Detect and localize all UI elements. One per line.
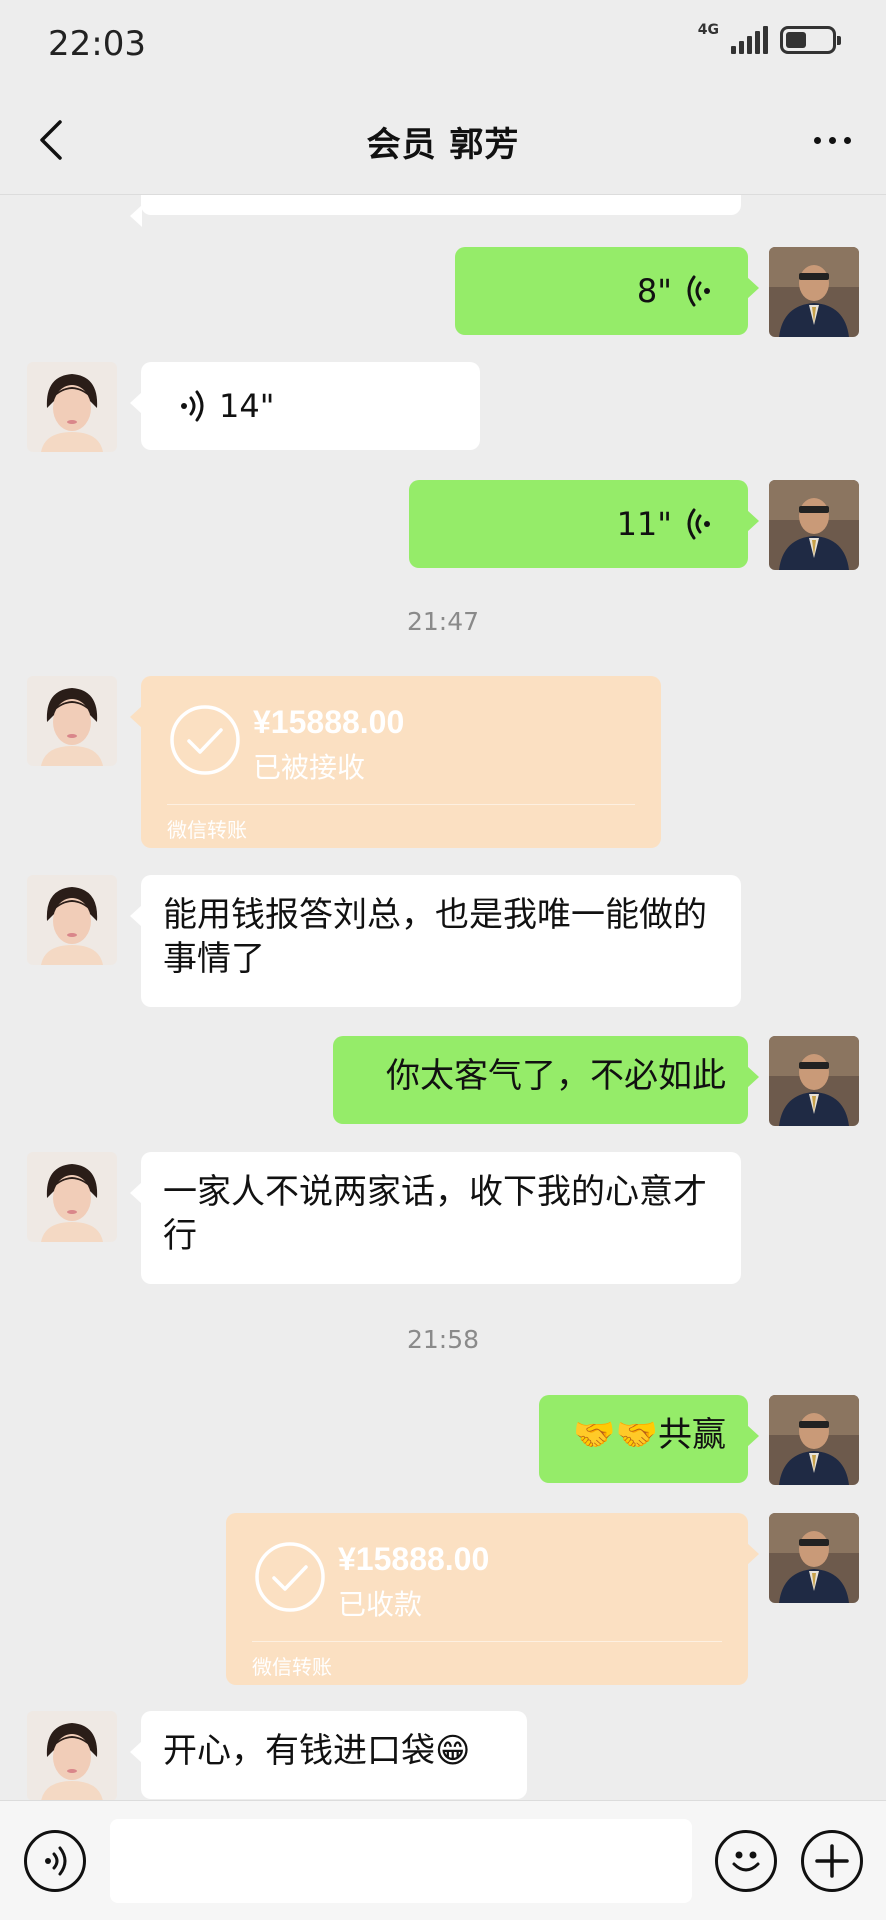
transfer-card[interactable]: ¥15888.00 已收款 微信转账 bbox=[226, 1513, 759, 1685]
voice-wave-icon bbox=[181, 390, 204, 422]
chat-title: 会员 郭芳 bbox=[366, 125, 520, 165]
transfer-amount: ¥15888.00 bbox=[338, 1541, 490, 1577]
voice-message: 14" bbox=[179, 384, 274, 428]
avatar-self-image bbox=[769, 1513, 859, 1603]
transfer-label: 微信转账 bbox=[167, 818, 247, 842]
status-time: 22:03 bbox=[48, 24, 146, 64]
status-indicators: 4G bbox=[697, 22, 841, 54]
voice-message: 11" bbox=[617, 502, 712, 546]
avatar-self-image bbox=[769, 480, 859, 570]
avatar-contact[interactable] bbox=[27, 362, 117, 452]
message-list[interactable]: 8" 14" 11" 21:47 ¥15888.00 已被接收 微信转账 能用钱… bbox=[0, 195, 886, 1800]
chat-header: 会员 郭芳 bbox=[0, 95, 886, 187]
avatar-contact-image bbox=[27, 676, 117, 766]
avatar-self[interactable] bbox=[769, 480, 859, 570]
avatar-self-image bbox=[769, 247, 859, 337]
transfer-divider bbox=[252, 1641, 722, 1642]
avatar-contact-image bbox=[27, 362, 117, 452]
voice-wave-icon bbox=[687, 508, 710, 540]
message-bubble-voice[interactable]: 8" bbox=[455, 247, 759, 335]
avatar-contact-image bbox=[27, 1152, 117, 1242]
transfer-amount: ¥15888.00 bbox=[253, 704, 405, 740]
transfer-divider bbox=[167, 804, 635, 805]
voice-duration: 8" bbox=[636, 272, 672, 310]
more-dot-icon bbox=[828, 136, 836, 144]
battery-icon bbox=[780, 26, 841, 54]
avatar-contact[interactable] bbox=[27, 875, 117, 965]
transfer-label: 微信转账 bbox=[252, 1655, 332, 1679]
avatar-contact[interactable] bbox=[27, 1152, 117, 1242]
more-dot-icon bbox=[843, 136, 851, 144]
voice-wave-icon bbox=[687, 275, 710, 307]
avatar-self[interactable] bbox=[769, 1395, 859, 1485]
transfer-card[interactable]: ¥15888.00 已被接收 微信转账 bbox=[130, 676, 661, 848]
avatar-contact-image bbox=[27, 1711, 117, 1800]
signal-icon bbox=[731, 26, 768, 54]
emoji-button[interactable] bbox=[715, 1830, 777, 1892]
avatar-self[interactable] bbox=[769, 1513, 859, 1603]
message-bubble-text[interactable]: 能用钱报答刘总，也是我唯一能做的事情了 bbox=[130, 875, 741, 1007]
avatar-self[interactable] bbox=[769, 1036, 859, 1126]
avatar-contact-image bbox=[27, 875, 117, 965]
message-input[interactable] bbox=[110, 1819, 692, 1903]
plus-icon bbox=[815, 1844, 849, 1878]
smiley-icon bbox=[732, 1851, 760, 1872]
message-bubble-partial[interactable] bbox=[130, 195, 741, 227]
voice-duration: 11" bbox=[616, 505, 672, 543]
status-bar: 22:03 4G bbox=[0, 0, 886, 90]
message-bubble-text[interactable]: 一家人不说两家话，收下我的心意才行 bbox=[130, 1152, 741, 1284]
message-bubble-text[interactable]: 🤝🤝共赢 bbox=[539, 1395, 759, 1483]
voice-icon bbox=[45, 1846, 67, 1876]
avatar-self-image bbox=[769, 1036, 859, 1126]
timestamp: 21:47 bbox=[406, 607, 480, 636]
battery-level bbox=[786, 32, 806, 48]
transfer-status: 已收款 bbox=[338, 1588, 423, 1621]
message-bubble-text[interactable]: 你太客气了，不必如此 bbox=[333, 1036, 759, 1124]
message-bubble-voice[interactable]: 14" bbox=[130, 362, 480, 450]
check-circle-icon bbox=[255, 1542, 325, 1612]
avatar-contact[interactable] bbox=[27, 676, 117, 766]
more-dot-icon bbox=[813, 136, 821, 144]
voice-message: 8" bbox=[637, 269, 712, 313]
check-circle-icon bbox=[170, 705, 240, 775]
more-actions-button[interactable] bbox=[801, 1830, 863, 1892]
voice-duration: 14" bbox=[219, 387, 275, 425]
more-button[interactable] bbox=[804, 117, 860, 163]
chat-screen: 22:03 4G 会员 郭芳 8" 14" 11" 21:47 ¥15888.0… bbox=[0, 0, 886, 1920]
input-bar bbox=[0, 1800, 886, 1920]
timestamp: 21:58 bbox=[406, 1325, 480, 1354]
network-type: 4G bbox=[697, 22, 719, 38]
transfer-status: 已被接收 bbox=[253, 751, 366, 784]
avatar-self-image bbox=[769, 1395, 859, 1485]
avatar-self[interactable] bbox=[769, 247, 859, 337]
message-bubble-voice[interactable]: 11" bbox=[409, 480, 759, 568]
message-bubble-text[interactable]: 开心，有钱进口袋😁 bbox=[130, 1711, 527, 1799]
voice-input-button[interactable] bbox=[24, 1830, 86, 1892]
avatar-contact[interactable] bbox=[27, 1711, 117, 1800]
